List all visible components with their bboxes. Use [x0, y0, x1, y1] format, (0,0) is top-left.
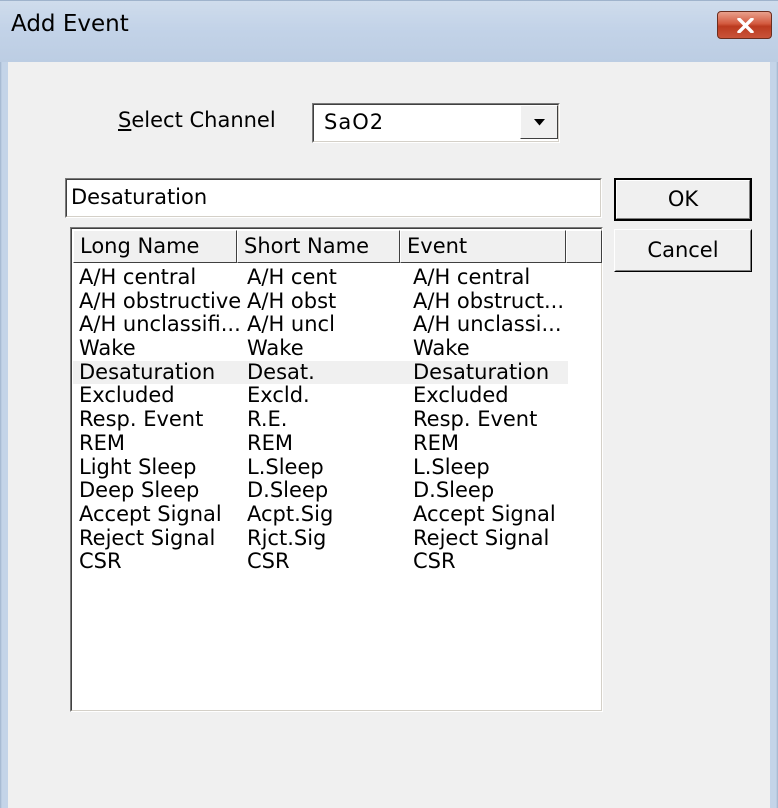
- ok-button-label: OK: [667, 187, 699, 211]
- short-name-cell: Excld.: [247, 383, 310, 408]
- long-name-cell: Light Sleep: [79, 454, 197, 479]
- event-cell: A/H obstruct...: [413, 288, 565, 313]
- ok-button[interactable]: OK: [614, 178, 752, 221]
- event-list[interactable]: Long Name Short Name Event A/H central A/…: [70, 227, 603, 712]
- short-name-cell: Wake: [247, 336, 304, 361]
- event-cell: Resp. Event: [413, 407, 538, 432]
- long-name-cell: A/H unclassifi...: [79, 312, 241, 337]
- event-cell: Desaturation: [413, 359, 550, 384]
- long-name-cell: Wake: [79, 336, 136, 361]
- list-item[interactable]: Excluded Excld. Excluded: [73, 384, 602, 408]
- short-name-cell: Acpt.Sig: [247, 501, 334, 526]
- long-name-cell: Resp. Event: [79, 407, 204, 432]
- list-item[interactable]: CSR CSR CSR: [73, 550, 602, 574]
- long-name-cell: Desaturation: [79, 359, 216, 384]
- long-name-cell: A/H central: [79, 265, 197, 289]
- long-name-cell: Accept Signal: [79, 501, 222, 526]
- short-name-cell: L.Sleep: [247, 454, 324, 479]
- event-cell: Excluded: [413, 383, 509, 408]
- short-name-cell: Desat.: [247, 359, 315, 384]
- channel-dropdown-button[interactable]: [520, 105, 558, 139]
- short-name-cell: Rjct.Sig: [247, 525, 327, 550]
- event-cell: D.Sleep: [413, 478, 495, 503]
- window-title: Add Event: [11, 11, 129, 37]
- close-icon: [737, 18, 754, 33]
- channel-select-value: SaO2: [324, 110, 385, 134]
- channel-select[interactable]: SaO2: [312, 103, 560, 143]
- select-channel-label: Select Channel: [118, 108, 276, 132]
- list-item[interactable]: Desaturation Desat. Desaturation: [73, 359, 602, 385]
- short-name-cell: CSR: [247, 549, 290, 574]
- column-header-short-name[interactable]: Short Name: [237, 230, 400, 263]
- event-name-field[interactable]: [65, 178, 602, 218]
- short-name-cell: A/H obst: [247, 288, 337, 313]
- event-cell: A/H unclassi...: [413, 312, 562, 337]
- select-channel-label-text: elect Channel: [131, 108, 276, 132]
- event-cell: Reject Signal: [413, 525, 550, 550]
- list-item[interactable]: A/H central A/H cent A/H central: [73, 265, 602, 290]
- long-name-cell: CSR: [79, 549, 122, 574]
- short-name-cell: A/H cent: [247, 265, 337, 289]
- list-item[interactable]: Reject Signal Rjct.Sig Reject Signal: [73, 525, 602, 551]
- short-name-cell: D.Sleep: [247, 478, 329, 503]
- list-item[interactable]: Accept Signal Acpt.Sig Accept Signal: [73, 501, 602, 527]
- event-cell: CSR: [413, 549, 456, 574]
- list-item[interactable]: A/H obstructive A/H obst A/H obstruct...: [73, 288, 602, 314]
- list-item[interactable]: REM REM REM: [73, 430, 602, 456]
- short-name-cell: R.E.: [247, 407, 288, 432]
- short-name-cell: A/H uncl: [247, 312, 335, 337]
- title-bar[interactable]: Add Event: [0, 0, 778, 62]
- column-header-event[interactable]: Event: [400, 230, 566, 263]
- list-item[interactable]: Light Sleep L.Sleep L.Sleep: [73, 454, 602, 480]
- long-name-cell: REM: [79, 430, 125, 455]
- event-cell: Wake: [413, 336, 470, 361]
- column-header-long-name[interactable]: Long Name: [73, 230, 237, 263]
- short-name-cell: REM: [247, 430, 293, 455]
- list-header: Long Name Short Name Event: [73, 230, 602, 263]
- list-item[interactable]: Resp. Event R.E. Resp. Event: [73, 407, 602, 432]
- list-rows: A/H central A/H cent A/H central A/H obstru…: [73, 265, 602, 574]
- window-frame-left: [0, 62, 8, 808]
- window-frame-right: [770, 62, 778, 808]
- close-button[interactable]: [717, 11, 772, 39]
- list-item[interactable]: A/H unclassifi... A/H uncl A/H unclassi...: [73, 313, 602, 337]
- event-cell: Accept Signal: [413, 501, 556, 526]
- long-name-cell: Deep Sleep: [79, 478, 200, 503]
- cancel-button-label: Cancel: [647, 238, 719, 262]
- select-channel-label-mnemonic: S: [118, 108, 132, 132]
- column-header-filler: [566, 230, 602, 263]
- list-item[interactable]: Wake Wake Wake: [73, 336, 602, 361]
- event-cell: A/H central: [413, 265, 531, 289]
- long-name-cell: Reject Signal: [79, 525, 216, 550]
- long-name-cell: Excluded: [79, 383, 175, 408]
- add-event-dialog: Add Event Select Channel SaO2 OK Cancel …: [0, 0, 778, 808]
- event-name-input[interactable]: [71, 183, 591, 211]
- list-item[interactable]: Deep Sleep D.Sleep D.Sleep: [73, 478, 602, 503]
- event-cell: L.Sleep: [413, 454, 490, 479]
- event-cell: REM: [413, 430, 459, 455]
- chevron-down-icon: [534, 119, 545, 126]
- long-name-cell: A/H obstructive: [79, 288, 242, 313]
- cancel-button[interactable]: Cancel: [614, 229, 752, 272]
